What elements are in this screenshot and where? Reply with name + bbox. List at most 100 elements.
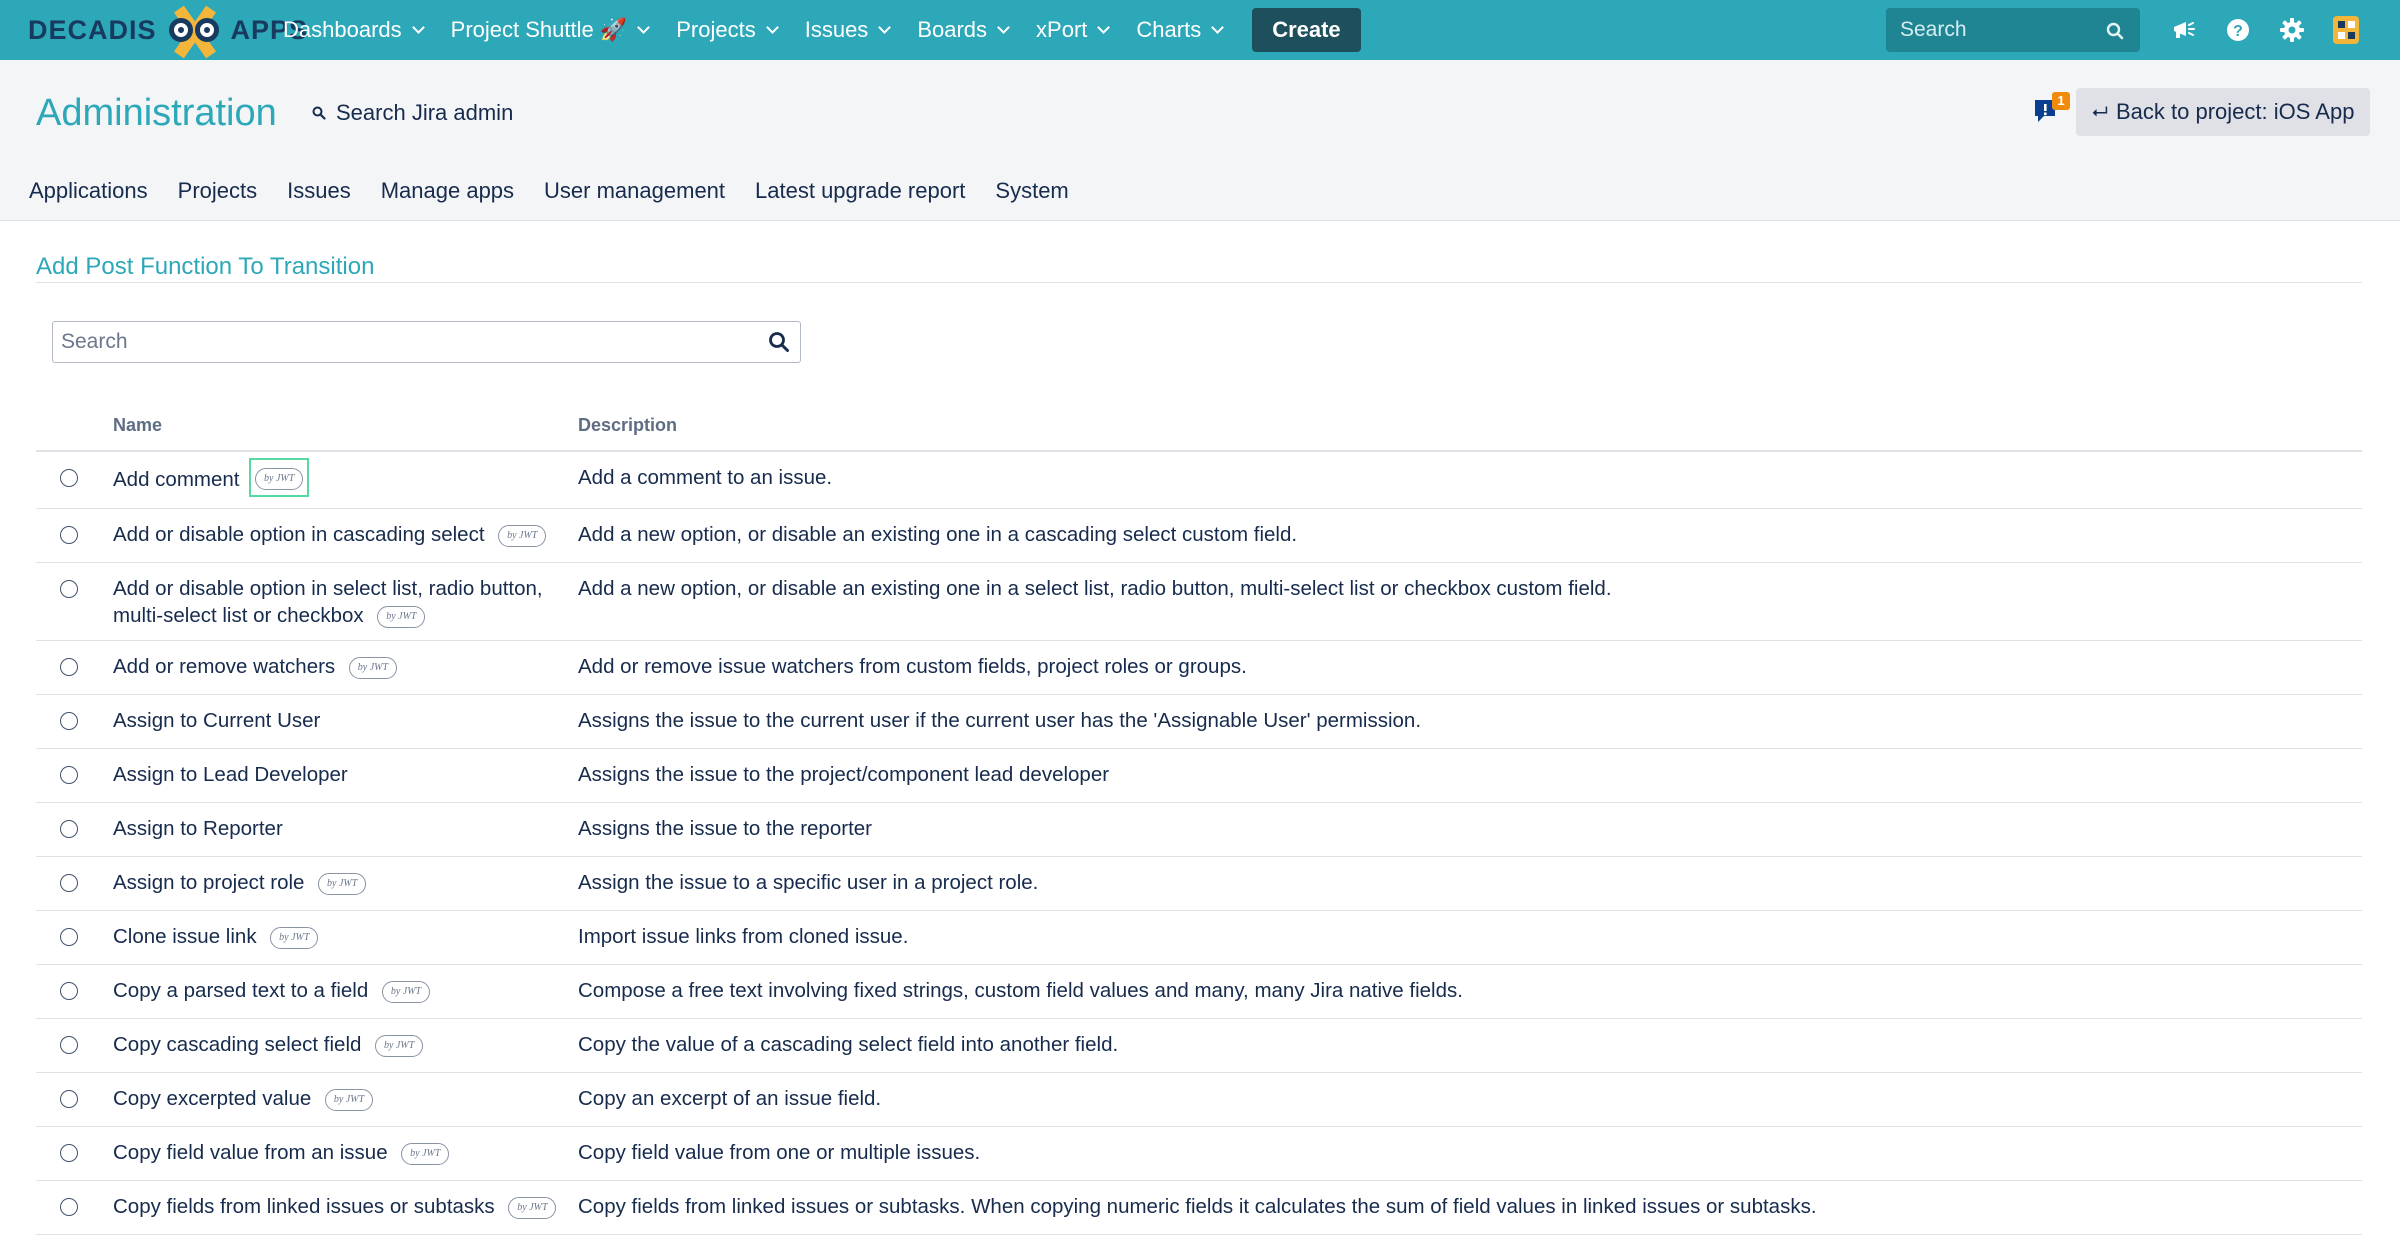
row-radio-button[interactable]	[60, 1144, 78, 1162]
nav-charts[interactable]: Charts	[1136, 17, 1225, 43]
notification-count-badge: 1	[2052, 92, 2070, 110]
by-jwt-badge: by JWT	[348, 656, 397, 679]
row-radio-button[interactable]	[60, 1090, 78, 1108]
post-function-name: Assign to Lead Developer	[113, 748, 578, 803]
table-row[interactable]: Add or remove watchers by JWT Add or remo…	[36, 640, 2362, 695]
table-row[interactable]: Assign to project role by JWT Assign the …	[36, 856, 2362, 911]
post-function-name-text: Assign to Current User	[113, 709, 321, 732]
post-functions-table: Name Description Add comment by JWT Add a…	[36, 401, 2362, 1235]
post-function-name-text: Add or disable option in cascading selec…	[113, 523, 485, 546]
row-select-cell	[36, 910, 113, 965]
top-navigation-bar: DECADIS APPS Dashboards Project Shuttle …	[0, 0, 2400, 60]
tab-manage-apps[interactable]: Manage apps	[381, 178, 514, 204]
table-row[interactable]: Add or disable option in select list, ra…	[36, 562, 2362, 641]
nav-boards[interactable]: Boards	[917, 17, 1010, 43]
post-function-name: Assign to Current User	[113, 694, 578, 749]
announcement-icon[interactable]	[2166, 12, 2202, 48]
row-radio-button[interactable]	[60, 766, 78, 784]
nav-dashboards[interactable]: Dashboards	[283, 17, 425, 43]
decadis-apps-logo[interactable]: DECADIS APPS	[28, 5, 308, 59]
chevron-down-icon	[878, 20, 892, 34]
row-radio-button[interactable]	[60, 1198, 78, 1216]
chevron-down-icon	[765, 20, 779, 34]
search-jira-admin-label: Search Jira admin	[336, 100, 514, 125]
post-function-name-text: Add or remove watchers	[113, 655, 336, 678]
row-radio-button[interactable]	[60, 526, 78, 544]
table-row[interactable]: Clone issue link by JWT Import issue link…	[36, 910, 2362, 965]
post-function-name: Copy a parsed text to a field by JWT	[113, 964, 578, 1019]
row-radio-button[interactable]	[60, 658, 78, 676]
post-function-description: Copy field value from one or multiple is…	[578, 1126, 2362, 1181]
table-row[interactable]: Assign to Current User Assigns the issue …	[36, 694, 2362, 749]
admin-tabs: Applications Projects Issues Manage apps…	[29, 178, 1099, 204]
row-radio-button[interactable]	[60, 580, 78, 598]
row-radio-button[interactable]	[60, 1036, 78, 1054]
create-button[interactable]: Create	[1252, 8, 1361, 52]
table-row[interactable]: Copy fields from linked issues or subtas…	[36, 1180, 2362, 1235]
post-function-description: Copy an excerpt of an issue field.	[578, 1072, 2362, 1127]
help-icon[interactable]: ?	[2220, 12, 2256, 48]
post-function-name: Add comment by JWT	[113, 451, 578, 509]
post-function-description: Import issue links from cloned issue.	[578, 910, 2362, 965]
row-radio-button[interactable]	[60, 469, 78, 487]
tab-issues[interactable]: Issues	[287, 178, 351, 204]
post-function-description: Assigns the issue to the current user if…	[578, 694, 2362, 749]
top-icons: ?	[2166, 12, 2382, 48]
table-row[interactable]: Assign to Lead Developer Assigns the issu…	[36, 748, 2362, 803]
chevron-down-icon	[1097, 20, 1111, 34]
by-jwt-badge: by JWT	[318, 872, 367, 895]
post-function-name: Add or remove watchers by JWT	[113, 640, 578, 695]
by-jwt-badge: by JWT	[508, 1196, 557, 1219]
table-row[interactable]: Copy excerpted value by JWT Copy an excer…	[36, 1072, 2362, 1127]
row-select-cell	[36, 802, 113, 857]
nav-projects[interactable]: Projects	[676, 17, 779, 43]
table-row[interactable]: Assign to Reporter Assigns the issue to t…	[36, 802, 2362, 857]
row-radio-button[interactable]	[60, 712, 78, 730]
row-radio-button[interactable]	[60, 820, 78, 838]
global-search-input[interactable]	[1900, 18, 2090, 42]
tab-projects[interactable]: Projects	[178, 178, 257, 204]
search-icon[interactable]	[768, 331, 790, 353]
row-select-cell	[36, 856, 113, 911]
tab-user-management[interactable]: User management	[544, 178, 725, 204]
row-select-cell	[36, 748, 113, 803]
row-radio-button[interactable]	[60, 874, 78, 892]
post-function-search-input[interactable]	[53, 322, 743, 362]
nav-xport[interactable]: xPort	[1036, 17, 1111, 43]
post-function-name: Clone issue link by JWT	[113, 910, 578, 965]
table-row[interactable]: Add comment by JWT Add a comment to an is…	[36, 451, 2362, 509]
post-function-name: Add or disable option in cascading selec…	[113, 508, 578, 563]
tab-latest-upgrade-report[interactable]: Latest upgrade report	[755, 178, 965, 204]
nav-issues[interactable]: Issues	[805, 17, 892, 43]
back-to-project-button[interactable]: ⮠ Back to project: iOS App	[2076, 88, 2371, 136]
name-column-header: Name	[113, 401, 578, 452]
svg-text:?: ?	[2233, 23, 2243, 40]
by-jwt-badge: by JWT	[381, 980, 430, 1003]
post-function-name-text: Assign to project role	[113, 871, 305, 894]
row-select-cell	[36, 508, 113, 563]
post-function-name-text: Copy excerpted value	[113, 1087, 312, 1110]
post-function-name-text: Clone issue link	[113, 925, 257, 948]
avatar[interactable]	[2328, 12, 2364, 48]
row-radio-button[interactable]	[60, 982, 78, 1000]
by-jwt-badge: by JWT	[498, 524, 547, 547]
row-radio-button[interactable]	[60, 928, 78, 946]
by-jwt-badge: by JWT	[377, 605, 426, 628]
notification-icon[interactable]: 1	[2032, 92, 2070, 130]
tab-system[interactable]: System	[995, 178, 1068, 204]
post-function-search[interactable]	[52, 321, 801, 363]
row-select-cell	[36, 964, 113, 1019]
back-to-project-label: Back to project: iOS App	[2116, 99, 2355, 124]
nav-project-shuttle[interactable]: Project Shuttle 🚀	[451, 17, 651, 43]
row-select-cell	[36, 562, 113, 641]
tab-applications[interactable]: Applications	[29, 178, 148, 204]
global-search[interactable]	[1886, 8, 2140, 52]
table-row[interactable]: Copy cascading select field by JWT Copy t…	[36, 1018, 2362, 1073]
table-row[interactable]: Copy a parsed text to a field by JWT Comp…	[36, 964, 2362, 1019]
settings-icon[interactable]	[2274, 12, 2310, 48]
search-jira-admin-button[interactable]: Search Jira admin	[312, 100, 513, 126]
table-row[interactable]: Add or disable option in cascading selec…	[36, 508, 2362, 563]
by-jwt-badge: by JWT	[255, 467, 304, 490]
table-row[interactable]: Copy field value from an issue by JWT Cop…	[36, 1126, 2362, 1181]
select-column-header	[36, 401, 113, 452]
